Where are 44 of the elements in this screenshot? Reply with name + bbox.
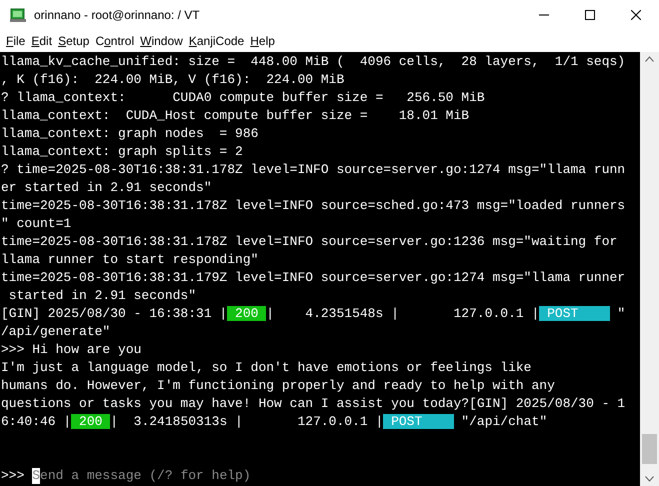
terminal-text: , K (f16): 224.00 MiB, V (f16): 224.00 MiB: [1, 72, 344, 87]
prompt: >>>: [1, 467, 26, 485]
terminal-text: ? time=2025-08-30T16:38:31.178Z level=INFO source=server.go:1274 msg="llama runn: [1, 162, 626, 177]
terminal-text: /api/generate": [1, 324, 110, 339]
scroll-down-icon[interactable]: [645, 476, 654, 482]
terminal-text: started in 2.91 seconds": [8, 288, 196, 303]
terminal-text: time=2025-08-30T16:38:31.178Z level=INFO source=server.go:1236 msg="waiting for: [1, 234, 618, 249]
menu-item[interactable]: Setup: [56, 32, 92, 50]
terminal-text: | 4.2351548s | 127.0.0.1 |: [266, 306, 540, 321]
status-badge: 200: [227, 306, 266, 321]
terminal-text: questions or tasks you may have! How can I assist you today?[GIN] 2025/08/30 - 1: [1, 396, 626, 411]
terminal-text: ": [616, 306, 626, 321]
terminal-text: I'm just a language model, so I don't have emotions or feelings like: [1, 360, 532, 375]
terminal-text: [GIN] 2025/08/30 - 16:38:31 |: [1, 306, 228, 321]
menu-item[interactable]: Window: [138, 32, 185, 50]
menu-item[interactable]: Edit: [29, 32, 54, 50]
terminal-text: llama_context: graph splits = 2: [1, 144, 243, 159]
scrollbar-thumb[interactable]: [642, 434, 657, 464]
terminal-text: ? llama_context: CUDA0 compute buffer size = 256.50 MiB: [1, 90, 485, 105]
menu-item[interactable]: Help: [248, 32, 277, 50]
terminal-text: llama_context: graph nodes = 986: [1, 126, 258, 141]
terminal-text: time=2025-08-30T16:38:31.179Z level=INFO source=server.go:1274 msg="llama runner: [1, 270, 626, 285]
terminal-text: llama runner to start responding": [1, 252, 258, 267]
close-icon: [631, 10, 641, 20]
terminal-text: >>> Hi how are you: [1, 342, 142, 357]
terminal-text: time=2025-08-30T16:38:31.178Z level=INFO source=sched.go:473 msg="loaded runners: [1, 198, 626, 213]
window-title: orinnano - root@orinnano: / VT: [34, 7, 200, 24]
status-badge: 200: [71, 414, 110, 429]
terminal-text: llama_context: CUDA_Host compute buffer size = 18.01 MiB: [1, 108, 470, 123]
menu-item[interactable]: KanjiCode: [186, 32, 246, 50]
method-badge: POST: [539, 306, 610, 321]
menu-item[interactable]: Control: [93, 32, 136, 50]
menu-item[interactable]: File: [4, 32, 28, 50]
terminal-text: llama_kv_cache_unified: size = 448.00 MiB ( 4096 cells, 28 layers, 1/1 seqs): [1, 54, 626, 69]
maximize-icon: [585, 10, 595, 20]
terminal-text: humans do. However, I'm functioning properly and ready to help with any: [1, 378, 555, 393]
terminal-text: 6:40:46 |: [1, 414, 72, 429]
terminal-text: " count=1: [1, 216, 72, 231]
terminal-app-icon: [10, 7, 26, 23]
method-badge: POST: [383, 414, 454, 429]
terminal-text: | 3.241850313s | 127.0.0.1 |: [110, 414, 384, 429]
terminal-text: er started in 2.91 seconds": [1, 180, 212, 195]
terminal-text: "/api/chat": [460, 414, 548, 429]
scroll-up-icon[interactable]: [645, 56, 654, 62]
